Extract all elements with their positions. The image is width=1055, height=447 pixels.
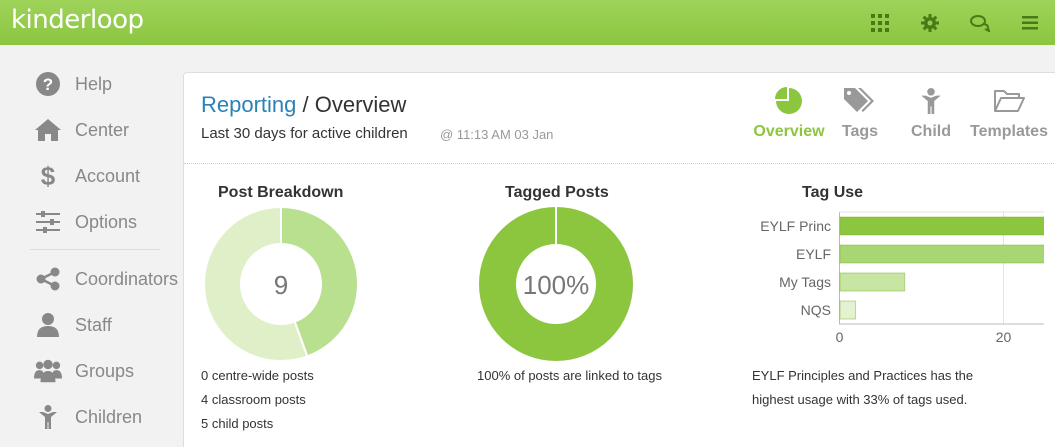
bar-eylf: [839, 244, 1044, 264]
sidebar-item-help[interactable]: ? Help: [0, 64, 183, 104]
sidebar-item-label: Center: [75, 119, 130, 140]
tag-use-title: Tag Use: [802, 184, 864, 201]
gear-icon[interactable]: [905, 0, 955, 45]
sidebar-item-label: Staff: [75, 314, 112, 335]
sidebar-item-label: Account: [75, 165, 141, 186]
post-breakdown-line-centre: 0 centre-wide posts: [201, 368, 314, 383]
tag-use-summary-2: highest usage with 33% of tags used.: [752, 392, 968, 407]
question-icon: ?: [34, 70, 62, 98]
post-breakdown-total: 9: [274, 270, 288, 300]
tab-tags[interactable]: Tags: [836, 85, 884, 149]
bar-eylf-princ: [839, 216, 1044, 236]
tag-use-summary-1: EYLF Principles and Practices has the: [752, 368, 974, 383]
x-tick-label: 20: [996, 329, 1012, 345]
folder-open-icon: [969, 85, 1049, 117]
page-title: Overview: [314, 92, 407, 117]
tagged-posts-percent: 100%: [523, 270, 590, 300]
sidebar-item-groups[interactable]: Groups: [0, 351, 183, 391]
tagged-posts-line: 100% of posts are linked to tags: [477, 368, 663, 383]
bar-nqs: [839, 300, 856, 320]
y-tick-label: EYLF Princ: [760, 218, 831, 234]
person-icon: [34, 311, 62, 339]
header-divider: [184, 163, 1055, 164]
y-tick-label: My Tags: [779, 274, 831, 290]
bar-my-tags: [839, 272, 906, 292]
post-breakdown-line-child: 5 child posts: [201, 416, 274, 431]
breadcrumb: Reporting / Overview: [201, 92, 406, 118]
sidebar-item-label: Coordinators: [75, 268, 179, 289]
tab-label: Templates: [970, 123, 1048, 140]
menu-icon[interactable]: [1005, 0, 1055, 45]
sidebar-item-options[interactable]: Options: [0, 202, 183, 242]
tab-label: Child: [911, 123, 951, 140]
sidebar-item-label: Help: [75, 73, 113, 94]
report-panel: Reporting / Overview Last 30 days for ac…: [183, 72, 1055, 447]
tab-label: Overview: [753, 123, 825, 140]
x-tick-label: 0: [836, 329, 844, 345]
group-icon: [34, 357, 62, 385]
tab-overview[interactable]: Overview: [753, 85, 825, 149]
dollar-icon: $: [34, 162, 62, 190]
child-icon: [906, 85, 956, 117]
post-breakdown-title: Post Breakdown: [218, 184, 344, 201]
svg-text:$: $: [41, 162, 56, 190]
chat-icon[interactable]: [955, 0, 1005, 45]
sliders-icon: [34, 208, 62, 236]
top-bar: kinderloop: [0, 0, 1055, 45]
kinderloop-logo[interactable]: kinderloop: [11, 5, 144, 35]
tagged-posts-title: Tagged Posts: [505, 184, 609, 201]
sidebar: ? Help Center $ Account Options Coordina…: [0, 45, 183, 447]
top-bar-icons: [855, 0, 1055, 45]
page-subtitle: Last 30 days for active children: [201, 125, 408, 142]
sidebar-item-center[interactable]: Center: [0, 110, 183, 150]
tags-icon: [836, 85, 884, 117]
post-breakdown-line-classroom: 4 classroom posts: [201, 392, 306, 407]
sidebar-item-label: Options: [75, 211, 138, 232]
report-timestamp: @ 11:13 AM 03 Jan: [440, 127, 554, 142]
breadcrumb-separator: /: [296, 92, 315, 117]
sidebar-item-account[interactable]: $ Account: [0, 156, 183, 196]
breadcrumb-link-reporting[interactable]: Reporting: [201, 92, 296, 117]
svg-text:?: ?: [43, 75, 53, 94]
apps-grid-icon[interactable]: [855, 0, 905, 45]
child-icon: [34, 403, 62, 431]
sidebar-divider: [30, 249, 160, 250]
pie-chart-icon: [753, 85, 825, 117]
tag-use-bar-chart: 02040EYLF PrincEYLFMy TagsNQS: [760, 211, 1044, 345]
home-icon: [34, 116, 62, 144]
share-icon: [34, 265, 62, 293]
tagged-posts-donut-chart: 100%: [479, 207, 633, 361]
tab-child[interactable]: Child: [906, 85, 956, 149]
tab-templates[interactable]: Templates: [969, 85, 1049, 149]
post-breakdown-donut-chart: 9: [203, 205, 359, 362]
sidebar-item-staff[interactable]: Staff: [0, 305, 183, 345]
sidebar-item-label: Children: [75, 406, 143, 427]
sidebar-item-label: Groups: [75, 360, 135, 381]
y-tick-label: NQS: [801, 302, 831, 318]
y-tick-label: EYLF: [796, 246, 831, 262]
sidebar-item-children[interactable]: Children: [0, 397, 183, 437]
tab-label: Tags: [841, 123, 879, 140]
sidebar-item-coordinators[interactable]: Coordinators: [0, 259, 183, 299]
